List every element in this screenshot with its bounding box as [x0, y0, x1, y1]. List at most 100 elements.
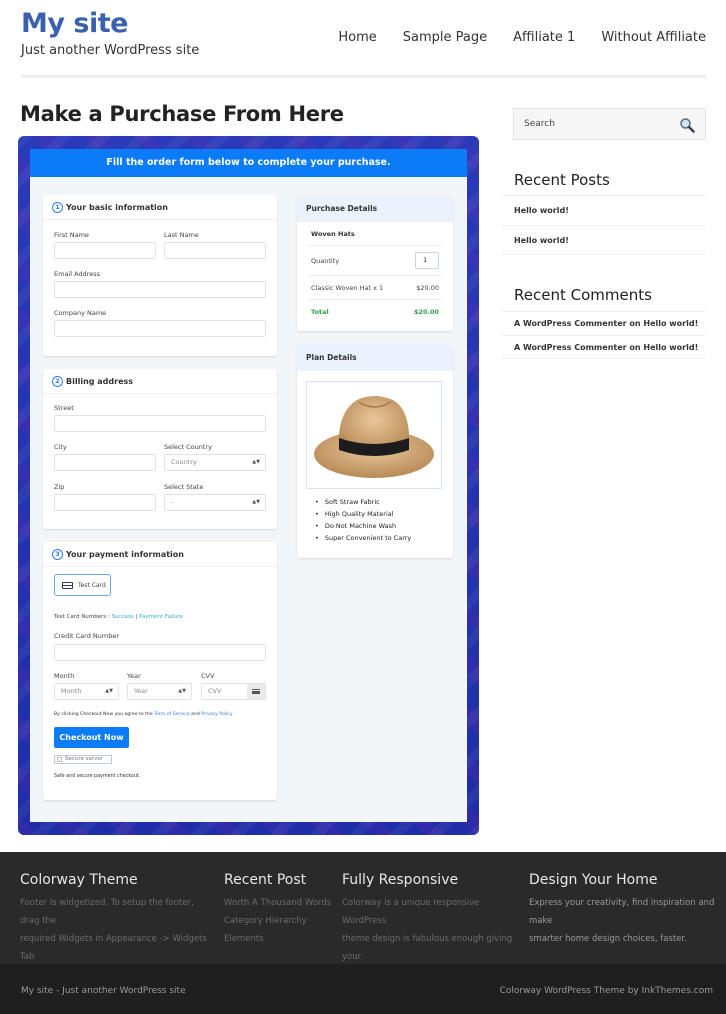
billing-card: 2 Billing address Street City Select Cou… — [43, 369, 277, 529]
street-label: Street — [54, 404, 74, 412]
straw-hat-image — [314, 396, 434, 478]
first-name-input[interactable] — [54, 242, 156, 259]
comment-author-link[interactable]: A WordPress Commenter — [514, 343, 627, 352]
comment-on-text: on — [629, 343, 641, 352]
last-name-input[interactable] — [164, 242, 266, 259]
success-link[interactable]: Success — [112, 614, 134, 620]
comment-post-link[interactable]: Hello world! — [643, 319, 698, 328]
site-description: Just another WordPress site — [21, 43, 200, 58]
nav-without-affiliate[interactable]: Without Affiliate — [601, 30, 706, 45]
state-select[interactable]: - ▲▼ — [164, 494, 266, 511]
plan-feature: High Quality Material — [315, 510, 411, 522]
site-footer: Colorway Theme Footer is widgetized. To … — [0, 852, 726, 980]
site-header: My site Just another WordPress site Home… — [0, 0, 726, 80]
search-icon[interactable] — [679, 117, 695, 133]
recent-comments-title: Recent Comments — [514, 286, 652, 304]
select-arrows-icon: ▲▼ — [252, 499, 260, 505]
safe-checkout-text: Safe and secure payment checkout. — [54, 774, 141, 779]
search-placeholder: Search — [524, 119, 555, 129]
secure-server-badge: Secure server — [54, 755, 112, 764]
plan-details-header: Plan Details — [297, 345, 453, 371]
purchase-details-card: Purchase Details Woven Hats Quantity 1 C… — [297, 196, 453, 331]
comment-post-link[interactable]: Hello world! — [643, 343, 698, 352]
quantity-input[interactable]: 1 — [415, 252, 439, 269]
recent-comment: A WordPress Commenter on Hello world! — [501, 335, 706, 359]
country-select[interactable]: Country ▲▼ — [164, 454, 266, 471]
cvv-card-icon — [247, 684, 265, 699]
footer-link[interactable]: Worth A Thousand Words — [224, 894, 334, 912]
select-arrows-icon: ▲▼ — [178, 688, 186, 694]
state-label: Select State — [164, 483, 204, 491]
site-title[interactable]: My site — [21, 8, 128, 39]
billing-title: Billing address — [66, 376, 134, 386]
nav-sample-page[interactable]: Sample Page — [403, 30, 487, 45]
city-label: City — [54, 443, 67, 451]
main-nav: Home Sample Page Affiliate 1 Without Aff… — [312, 30, 706, 45]
footer-col-title: Colorway Theme — [20, 872, 138, 888]
footer-col-title: Recent Post — [224, 872, 307, 888]
agreement-text: By clicking Checkout Now you agree to th… — [54, 712, 233, 717]
cvv-label: CVV — [201, 672, 215, 680]
terms-link[interactable]: Term of Service — [154, 712, 189, 717]
recent-post-link[interactable]: Hello world! — [501, 195, 706, 225]
email-input[interactable] — [54, 281, 266, 298]
last-name-label: Last Name — [164, 231, 199, 239]
recent-post-link[interactable]: Hello world! — [501, 225, 706, 255]
page-title: Make a Purchase From Here — [20, 102, 344, 126]
nav-affiliate-1[interactable]: Affiliate 1 — [513, 30, 575, 45]
month-select[interactable]: Month ▲▼ — [54, 683, 119, 700]
footer-col-title: Design Your Home — [529, 872, 658, 888]
lock-icon — [57, 757, 62, 762]
footer-link[interactable]: Category Hierarchy — [224, 912, 334, 930]
footer-text: theme design is fabulous enough giving y… — [342, 934, 513, 962]
line-item-price: $20.00 — [416, 284, 439, 292]
cvv-placeholder: CVV — [208, 687, 222, 695]
total-label: Total — [311, 308, 329, 316]
header-divider — [21, 75, 706, 78]
payment-failure-link[interactable]: Payment Failure — [139, 614, 183, 620]
secure-server-text: Secure server — [65, 756, 104, 762]
footer-text: smarter home design choices, faster. — [529, 934, 687, 944]
recent-posts-title: Recent Posts — [514, 171, 610, 189]
privacy-link[interactable]: Privacy Policy — [201, 712, 232, 717]
footer-text: Express your creativity, find inspiratio… — [529, 898, 715, 926]
first-name-label: First Name — [54, 231, 89, 239]
country-select-value: Country — [171, 458, 197, 466]
test-card-numbers-label: Test Card Numbers : — [54, 614, 110, 620]
cvv-input[interactable]: CVV — [201, 683, 266, 700]
form-banner: Fill the order form below to complete yo… — [30, 149, 467, 177]
nav-home[interactable]: Home — [338, 30, 376, 45]
footer-col-title: Fully Responsive — [342, 872, 459, 888]
zip-label: Zip — [54, 483, 65, 491]
recent-comment: A WordPress Commenter on Hello world! — [501, 311, 706, 335]
checkout-now-button[interactable]: Checkout Now — [54, 727, 129, 748]
footer-link[interactable]: Elements — [224, 930, 334, 948]
footer-site-credit: My site - Just another WordPress site — [21, 986, 186, 996]
comment-author-link[interactable]: A WordPress Commenter — [514, 319, 627, 328]
quantity-row: Quantity 1 — [307, 246, 443, 276]
order-form: Fill the order form below to complete yo… — [30, 149, 467, 822]
comment-on-text: on — [629, 319, 641, 328]
payment-header: 3 Your payment information — [43, 542, 277, 567]
basic-info-header: 1 Your basic information — [43, 195, 277, 220]
total-row: Total $20.00 — [307, 300, 443, 324]
street-input[interactable] — [54, 415, 266, 432]
card-number-label: Credit Card Number — [54, 632, 119, 640]
email-label: Email Address — [54, 270, 100, 278]
footer-text: required Widgets in Appearance -> Widget… — [20, 934, 207, 962]
company-input[interactable] — [54, 320, 266, 337]
month-select-value: Month — [61, 687, 82, 695]
footer-text: Footer is widgetized. To setup the foote… — [20, 898, 194, 926]
plan-feature: Soft Straw Fabric — [315, 498, 411, 510]
footer-theme-credit[interactable]: Colorway WordPress Theme by InkThemes.co… — [500, 986, 713, 996]
zip-input[interactable] — [54, 494, 156, 511]
card-number-input[interactable] — [54, 644, 266, 661]
footer-col-recent-post: Recent Post Worth A Thousand Words Categ… — [224, 872, 334, 948]
test-card-method-button[interactable]: Test Card — [54, 574, 111, 596]
city-input[interactable] — [54, 454, 156, 471]
year-select-value: Year — [134, 687, 148, 695]
search-input[interactable]: Search — [513, 108, 706, 140]
state-select-value: - — [171, 498, 174, 506]
company-label: Company Name — [54, 309, 107, 317]
year-select[interactable]: Year ▲▼ — [127, 683, 192, 700]
